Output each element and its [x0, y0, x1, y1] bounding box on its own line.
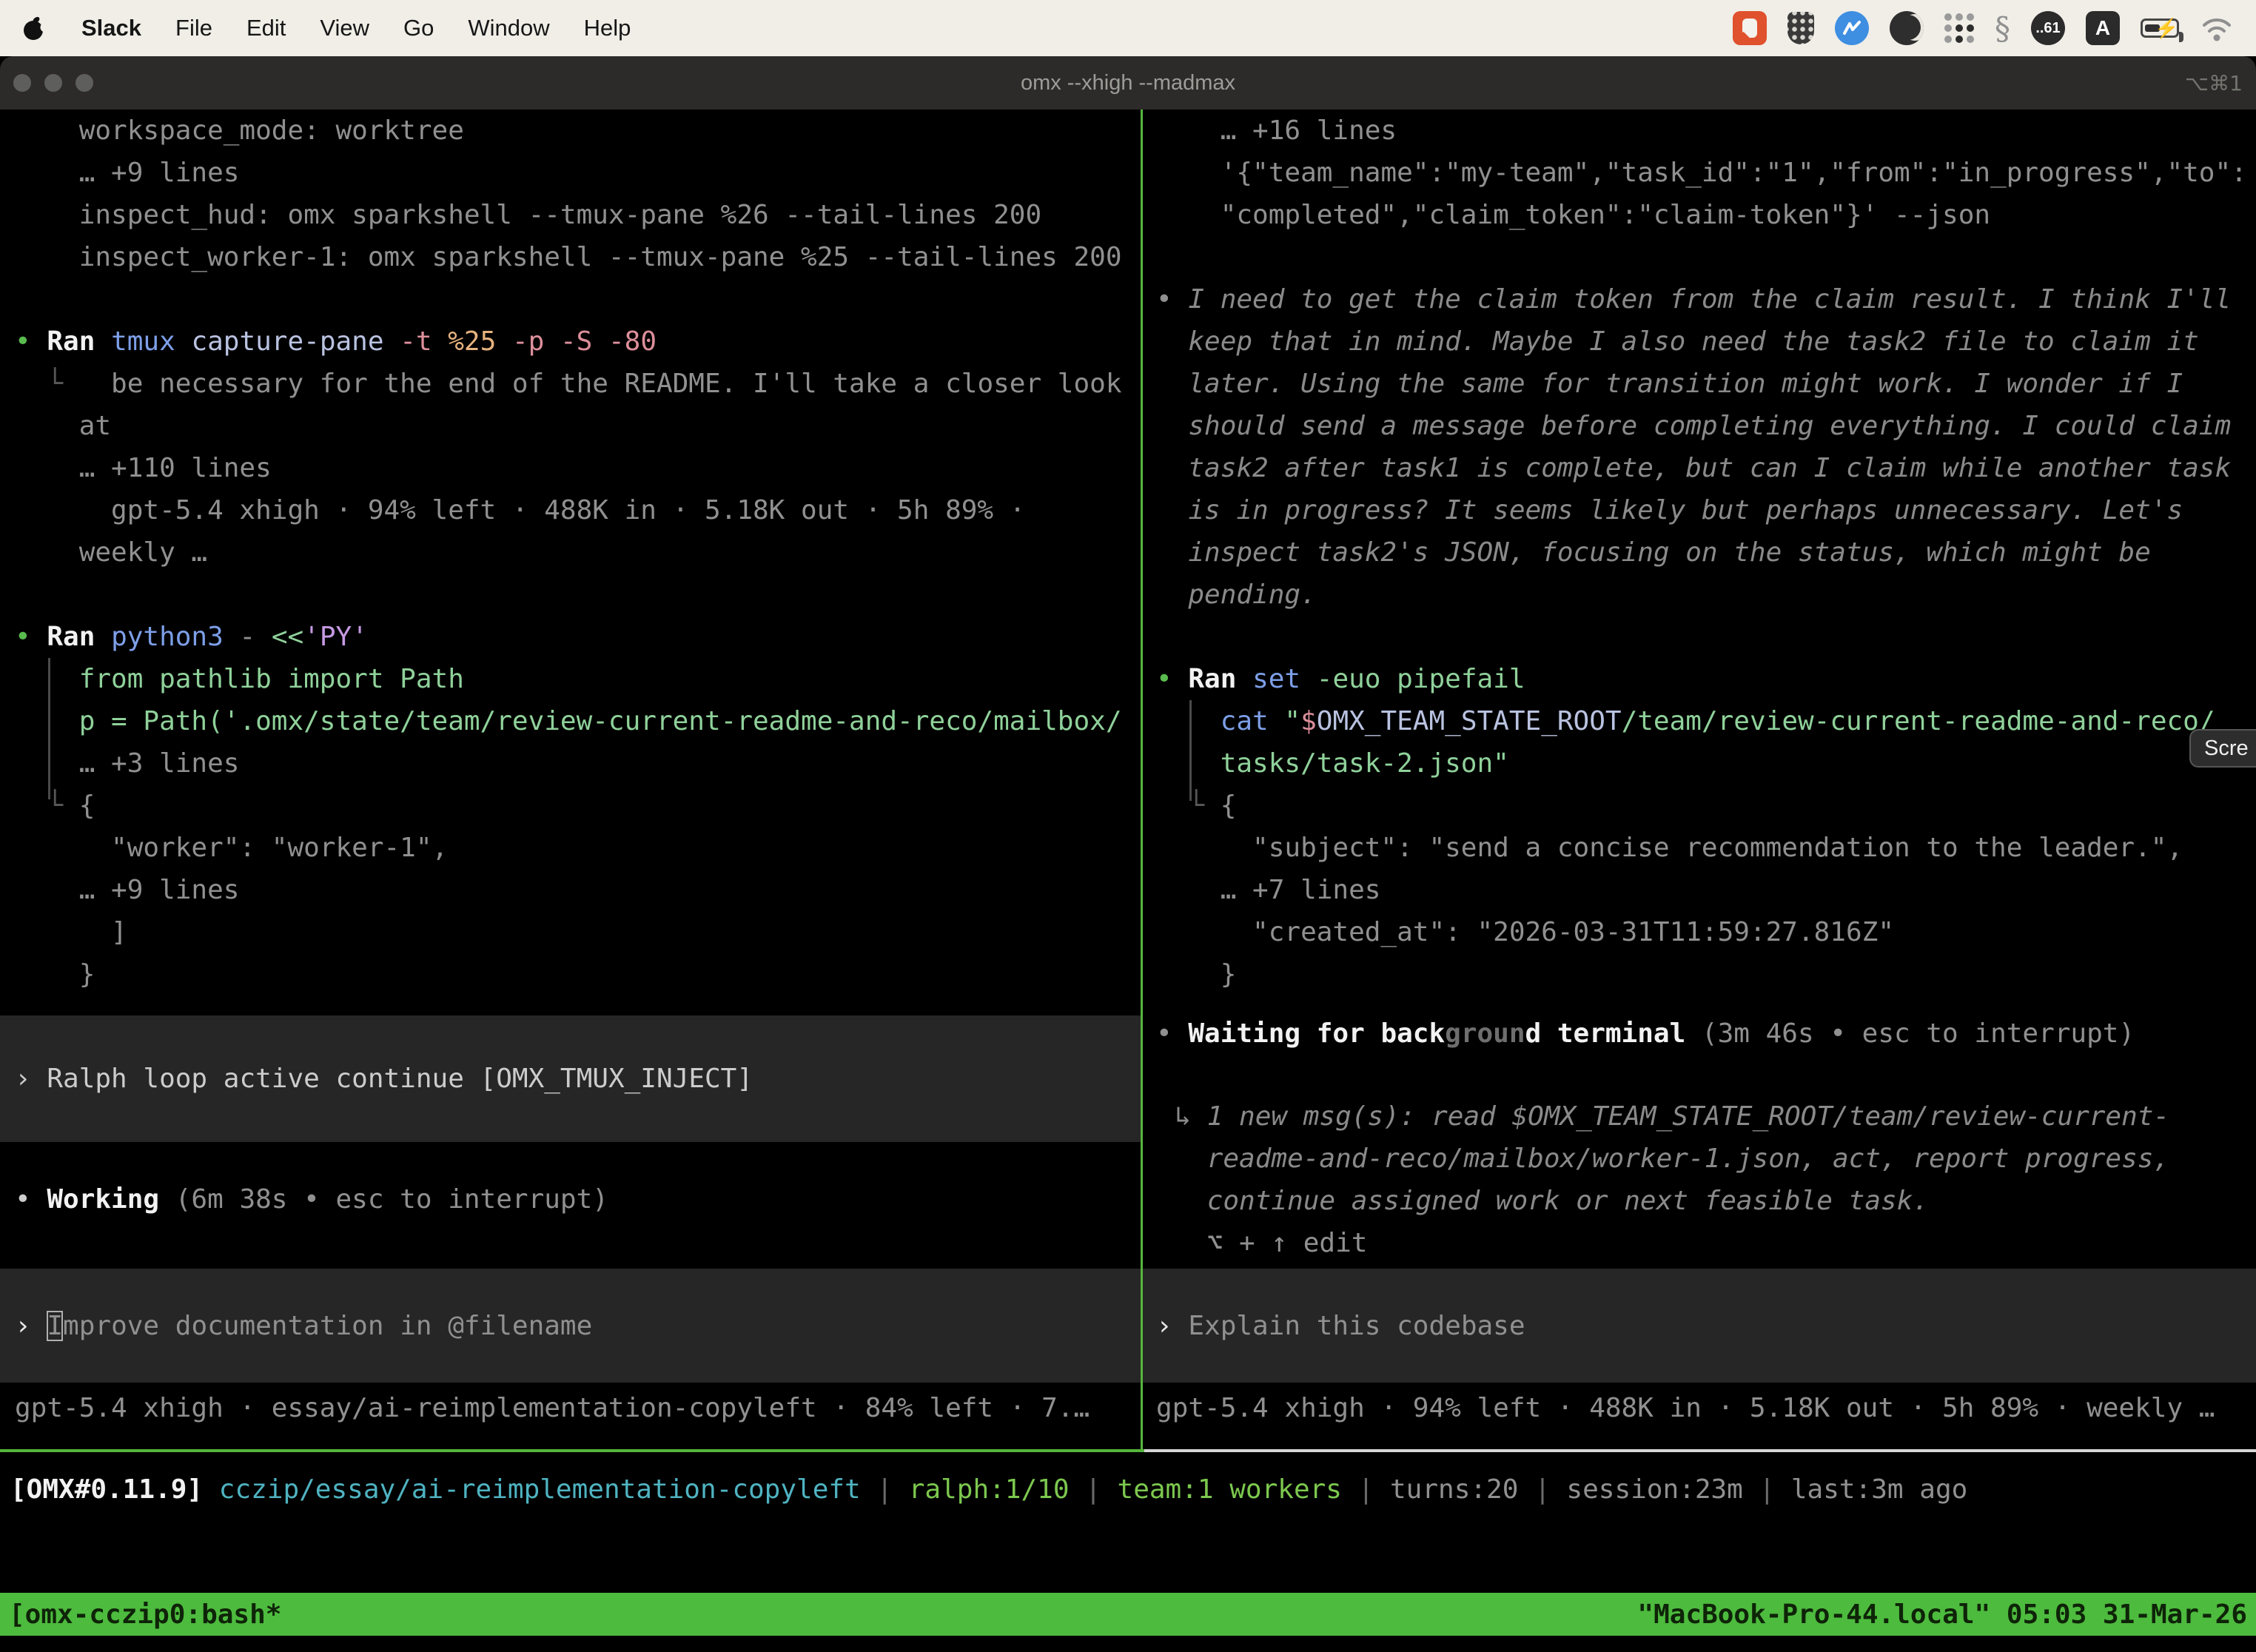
pane-divider [1141, 110, 1143, 1449]
shield-icon[interactable] [1787, 12, 1814, 44]
left-transcript: workspace_mode: worktree … +9 lines insp… [15, 110, 1141, 995]
terminal-line: weekly … [15, 531, 1141, 574]
wifi-icon[interactable] [2200, 13, 2234, 43]
terminal-line: "worker": "worker-1", [15, 827, 1141, 869]
terminal-line: inspect_worker-1: omx sparkshell --tmux-… [15, 236, 1141, 278]
terminal-line: "subject": "send a concise recommendatio… [1156, 827, 2256, 869]
menu-edit[interactable]: Edit [246, 15, 286, 41]
terminal-line: └ { [15, 785, 1141, 827]
tmux-status-bar: [omx-cczip0:bash* "MacBook-Pro-44.local"… [0, 1593, 2256, 1636]
terminal-line: task2 after task1 is complete, but can I… [1156, 447, 2256, 489]
terminal-line: … +3 lines [15, 742, 1141, 785]
terminal-line: keep that in mind. Maybe I also need the… [1156, 320, 2256, 363]
terminal-line [15, 278, 1141, 320]
terminal-line: is in progress? It seems likely but perh… [1156, 489, 2256, 531]
minimize-button[interactable] [44, 74, 62, 92]
pane-bottom-border-inactive [1144, 1449, 2256, 1452]
terminal-line: from pathlib import Path [15, 658, 1141, 700]
terminal-line: └ be necessary for the end of the README… [15, 363, 1141, 405]
tmux-session-name: [omx-cczip0:bash* [9, 1594, 281, 1636]
terminal-line: readme-and-reco/mailbox/worker-1.json, a… [1143, 1138, 2256, 1180]
terminal-line: ] [15, 911, 1141, 953]
moon-icon[interactable] [1890, 11, 1924, 45]
inject-banner-text: › Ralph loop active continue [OMX_TMUX_I… [15, 1058, 753, 1100]
terminal-line: └ { [1156, 785, 2256, 827]
screen-record-icon[interactable] [1733, 11, 1767, 45]
terminal-line: • Ran set -euo pipefail [1156, 658, 2256, 700]
tmux-host-clock: "MacBook-Pro-44.local" 05:03 31-Mar-26 [1637, 1594, 2247, 1636]
terminal-line: continue assigned work or next feasible … [1143, 1180, 2256, 1222]
screen-tooltip: Scre [2189, 729, 2256, 768]
terminal-line: … +7 lines [1156, 869, 2256, 911]
terminal-line [1156, 236, 2256, 278]
apple-menu-icon[interactable] [22, 16, 44, 41]
zoom-button[interactable] [75, 74, 93, 92]
left-status-line: gpt-5.4 xhigh · essay/ai-reimplementatio… [0, 1387, 1141, 1429]
right-input-text: › Explain this codebase [1156, 1305, 1525, 1347]
terminal-line: … +9 lines [15, 152, 1141, 194]
terminal-line: later. Using the same for transition mig… [1156, 363, 2256, 405]
terminal-line: "created_at": "2026-03-31T11:59:27.816Z" [1156, 911, 2256, 953]
right-status-line: gpt-5.4 xhigh · 94% left · 488K in · 5.1… [1143, 1387, 2256, 1429]
terminal-line: gpt-5.4 xhigh · 94% left · 488K in · 5.1… [15, 489, 1141, 531]
omx-status-bar: [OMX#0.11.9] cczip/essay/ai-reimplementa… [10, 1468, 2256, 1511]
app-menu-slack[interactable]: Slack [81, 15, 141, 41]
menu-window[interactable]: Window [468, 15, 549, 41]
dots-grid-icon[interactable] [1944, 13, 1974, 43]
terminal-line [15, 574, 1141, 616]
working-status: • Working (6m 38s • esc to interrupt) [0, 1178, 1141, 1220]
terminal-line: at [15, 405, 1141, 447]
window-title: omx --xhigh --madmax [1021, 71, 1235, 95]
terminal-window: workspace_mode: worktree … +9 lines insp… [0, 110, 2256, 1652]
terminal-line: workspace_mode: worktree [15, 110, 1141, 152]
terminal-line: … +110 lines [15, 447, 1141, 489]
terminal-line: pending. [1156, 574, 2256, 616]
terminal-line: should send a message before completing … [1156, 405, 2256, 447]
terminal-line: tasks/task-2.json" [1156, 742, 2256, 785]
menu-bar-status-icons: § ..61 A ⚡ [1733, 10, 2234, 47]
window-title-bar: omx --xhigh --madmax ⌥⌘1 [0, 56, 2256, 110]
input-source-icon[interactable]: A [2086, 11, 2120, 45]
terminal-line: • Ran tmux capture-pane -t %25 -p -S -80 [15, 320, 1141, 363]
messenger-icon[interactable] [1835, 11, 1869, 45]
right-transcript: … +16 lines '{"team_name":"my-team","tas… [1156, 110, 2256, 995]
terminal-line: ⌥ + ↑ edit [1143, 1222, 2256, 1264]
window-shortcut-badge: ⌥⌘1 [2185, 71, 2243, 95]
terminal-line: … +9 lines [15, 869, 1141, 911]
left-prompt-input[interactable]: › Improve documentation in @filename [0, 1269, 1141, 1383]
terminal-line: '{"team_name":"my-team","task_id":"1","f… [1156, 152, 2256, 194]
menu-help[interactable]: Help [584, 15, 631, 41]
pane-bottom-border-active [0, 1449, 1144, 1452]
close-button[interactable] [13, 74, 31, 92]
battery-icon[interactable]: ⚡ [2141, 19, 2179, 38]
connector-line [48, 658, 50, 799]
terminal-line: } [1156, 953, 2256, 995]
menu-file[interactable]: File [175, 15, 212, 41]
menu-view[interactable]: View [320, 15, 369, 41]
left-input-text: › Improve documentation in @filename [15, 1305, 592, 1347]
terminal-line: • Ran python3 - <<'PY' [15, 616, 1141, 658]
squiggle-icon[interactable]: § [1995, 10, 2010, 47]
menu-bar: Slack File Edit View Go Window Help § ..… [0, 0, 2256, 56]
terminal-line: • I need to get the claim token from the… [1156, 278, 2256, 320]
counter-badge-icon[interactable]: ..61 [2031, 11, 2065, 45]
terminal-line: } [15, 953, 1141, 995]
right-prompt-input[interactable]: › Explain this codebase [1143, 1269, 2256, 1383]
mailbox-note: ↳ 1 new msg(s): read $OMX_TEAM_STATE_ROO… [1143, 1095, 2256, 1264]
terminal-line: cat "$OMX_TEAM_STATE_ROOT/team/review-cu… [1156, 700, 2256, 742]
inject-banner: › Ralph loop active continue [OMX_TMUX_I… [0, 1015, 1141, 1142]
terminal-line: inspect task2's JSON, focusing on the st… [1156, 531, 2256, 574]
terminal-line: inspect_hud: omx sparkshell --tmux-pane … [15, 194, 1141, 236]
terminal-line: ↳ 1 new msg(s): read $OMX_TEAM_STATE_ROO… [1143, 1095, 2256, 1138]
connector-line [1189, 700, 1192, 801]
terminal-line: p = Path('.omx/state/team/review-current… [15, 700, 1141, 742]
terminal-line: "completed","claim_token":"claim-token"}… [1156, 194, 2256, 236]
pane-left[interactable]: workspace_mode: worktree … +9 lines insp… [0, 110, 1141, 1449]
pane-right[interactable]: … +16 lines '{"team_name":"my-team","tas… [1143, 110, 2256, 1449]
terminal-line [1156, 616, 2256, 658]
waiting-status: • Waiting for background terminal (3m 46… [1143, 1013, 2256, 1055]
menu-go[interactable]: Go [403, 15, 434, 41]
terminal-line: … +16 lines [1156, 110, 2256, 152]
